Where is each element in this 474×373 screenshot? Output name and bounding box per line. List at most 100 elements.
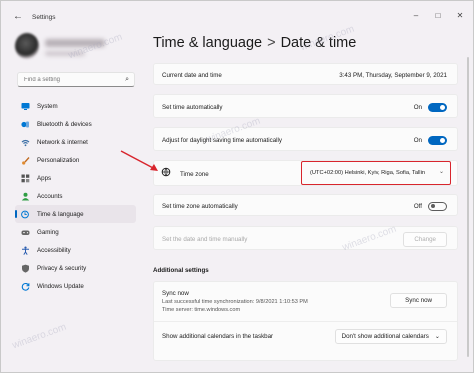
back-arrow-icon[interactable]: ←	[13, 11, 25, 23]
manual-date-label: Set the date and time manually	[162, 235, 248, 243]
manual-date-control: Change	[403, 231, 447, 247]
sync-row: Sync now Last successful time synchroniz…	[154, 282, 457, 320]
sidebar-item-label: Time & language	[37, 210, 84, 218]
sidebar-item-label: Gaming	[37, 228, 59, 236]
sidebar-item-gaming[interactable]: Gaming	[15, 223, 136, 241]
divider	[154, 321, 457, 322]
set-time-auto-card: Set time automatically On	[153, 94, 458, 118]
set-tz-auto-card: Set time zone automatically Off	[153, 194, 458, 216]
current-date-card: Current date and time 3:43 PM, Thursday,…	[153, 63, 458, 85]
toggle-state-text: Off	[413, 202, 422, 210]
set-time-auto-control: On	[413, 102, 447, 112]
calendars-control: Don't show additional calendars ⌄	[334, 328, 447, 344]
sidebar-item-time-language[interactable]: Time & language	[15, 205, 136, 223]
sidebar-item-privacy[interactable]: Privacy & security	[15, 259, 136, 277]
dst-card: Adjust for daylight saving time automati…	[153, 127, 458, 151]
globe-clock-icon	[21, 210, 30, 219]
sidebar-item-label: System	[37, 102, 58, 110]
calendars-row: Show additional calendars in the taskbar…	[154, 324, 457, 348]
set-time-auto-toggle[interactable]	[428, 102, 447, 112]
sidebar-item-label: Accounts	[37, 192, 63, 200]
shield-icon	[21, 264, 30, 273]
bluetooth-icon	[21, 120, 30, 129]
sidebar-item-windows-update[interactable]: Windows Update	[15, 277, 136, 295]
set-time-auto-label: Set time automatically	[162, 103, 223, 111]
annotation-arrow-icon	[120, 150, 158, 171]
sidebar-item-bluetooth[interactable]: Bluetooth & devices	[15, 115, 136, 133]
dst-control: On	[414, 135, 447, 145]
gamepad-icon	[21, 228, 30, 237]
sidebar-item-label: Privacy & security	[37, 264, 87, 272]
calendars-label: Show additional calendars in the taskbar	[162, 332, 274, 340]
timezone-value: (UTC+02:00) Helsinki, Kyiv, Riga, Sofia,…	[310, 170, 426, 176]
timezone-label: Time zone	[180, 170, 209, 178]
watermark: winaero.com	[10, 321, 68, 352]
apps-icon	[21, 174, 30, 183]
set-tz-auto-row: Set time zone automatically Off	[154, 195, 457, 217]
sync-server: Time server: time.windows.com	[162, 306, 241, 313]
close-button[interactable]: ✕	[453, 9, 467, 21]
calendars-value: Don't show additional calendars	[341, 332, 429, 340]
wifi-icon	[21, 138, 30, 147]
user-name-redacted	[45, 39, 105, 47]
globe-icon	[161, 167, 171, 179]
calendars-dropdown[interactable]: Don't show additional calendars ⌄	[334, 328, 447, 344]
timezone-dropdown[interactable]: (UTC+02:00) Helsinki, Kyiv, Riga, Sofia,…	[301, 161, 451, 185]
settings-window: ← Settings – □ ✕ ⌕ System Bluetooth & de…	[0, 0, 474, 373]
update-icon	[21, 282, 30, 291]
app-title: Settings	[32, 14, 56, 21]
set-time-auto-row: Set time automatically On	[154, 95, 457, 119]
title-bar: ← Settings – □ ✕	[1, 1, 473, 33]
set-tz-auto-label: Set time zone automatically	[162, 202, 238, 210]
sidebar-item-system[interactable]: System	[15, 97, 136, 115]
sync-label: Sync now	[162, 289, 189, 297]
minimize-button[interactable]: –	[409, 9, 423, 21]
search-box[interactable]: ⌕	[17, 72, 135, 87]
current-date-label: Current date and time	[162, 71, 222, 79]
current-date-row: Current date and time 3:43 PM, Thursday,…	[154, 64, 457, 86]
scrollbar[interactable]	[467, 57, 469, 357]
sync-last-time: Last successful time synchronization: 9/…	[162, 298, 308, 305]
dst-label: Adjust for daylight saving time automati…	[162, 136, 283, 144]
sidebar-item-label: Accessibility	[37, 246, 71, 254]
change-button[interactable]: Change	[403, 231, 447, 247]
accessibility-icon	[21, 246, 30, 255]
dst-row: Adjust for daylight saving time automati…	[154, 128, 457, 152]
sidebar-item-label: Windows Update	[37, 282, 84, 290]
current-date-value: 3:43 PM, Thursday, September 9, 2021	[339, 71, 447, 79]
toggle-state-text: On	[413, 103, 422, 111]
set-tz-auto-toggle[interactable]	[428, 201, 447, 211]
additional-settings-card: Sync now Last successful time synchroniz…	[153, 281, 458, 361]
search-input[interactable]	[24, 76, 120, 83]
sidebar-nav: System Bluetooth & devices Network & int…	[15, 97, 136, 295]
sidebar-item-accounts[interactable]: Accounts	[15, 187, 136, 205]
set-tz-auto-control: Off	[413, 201, 447, 211]
sidebar-item-apps[interactable]: Apps	[15, 169, 136, 187]
dst-toggle[interactable]	[428, 135, 447, 145]
avatar[interactable]	[15, 33, 39, 59]
sidebar-item-label: Network & internet	[37, 138, 88, 146]
sidebar-item-accessibility[interactable]: Accessibility	[15, 241, 136, 259]
sidebar-item-network[interactable]: Network & internet	[15, 133, 136, 151]
breadcrumb-section[interactable]: Time & language	[153, 35, 262, 51]
breadcrumb-separator: >	[267, 35, 276, 51]
search-icon[interactable]: ⌕	[125, 76, 129, 84]
additional-settings-title: Additional settings	[153, 267, 209, 274]
sidebar-item-label: Apps	[37, 174, 52, 182]
manual-date-row: Set the date and time manually Change	[154, 227, 457, 251]
chevron-down-icon: ⌄	[434, 332, 440, 340]
sidebar-item-label: Bluetooth & devices	[37, 120, 92, 128]
person-icon	[21, 192, 30, 201]
chevron-down-icon: ⌄	[438, 169, 444, 175]
monitor-icon	[21, 102, 30, 111]
brush-icon	[21, 156, 30, 165]
user-email-redacted	[45, 51, 85, 56]
maximize-button[interactable]: □	[431, 9, 445, 21]
page-title: Date & time	[280, 35, 357, 51]
window-controls: – □ ✕	[409, 9, 467, 21]
sidebar-item-label: Personalization	[37, 156, 80, 164]
sync-now-button[interactable]: Sync now	[390, 293, 447, 308]
sidebar-item-personalization[interactable]: Personalization	[15, 151, 136, 169]
sync-control: Sync now	[390, 293, 447, 308]
breadcrumb: Time & language > Date & time	[153, 35, 356, 51]
